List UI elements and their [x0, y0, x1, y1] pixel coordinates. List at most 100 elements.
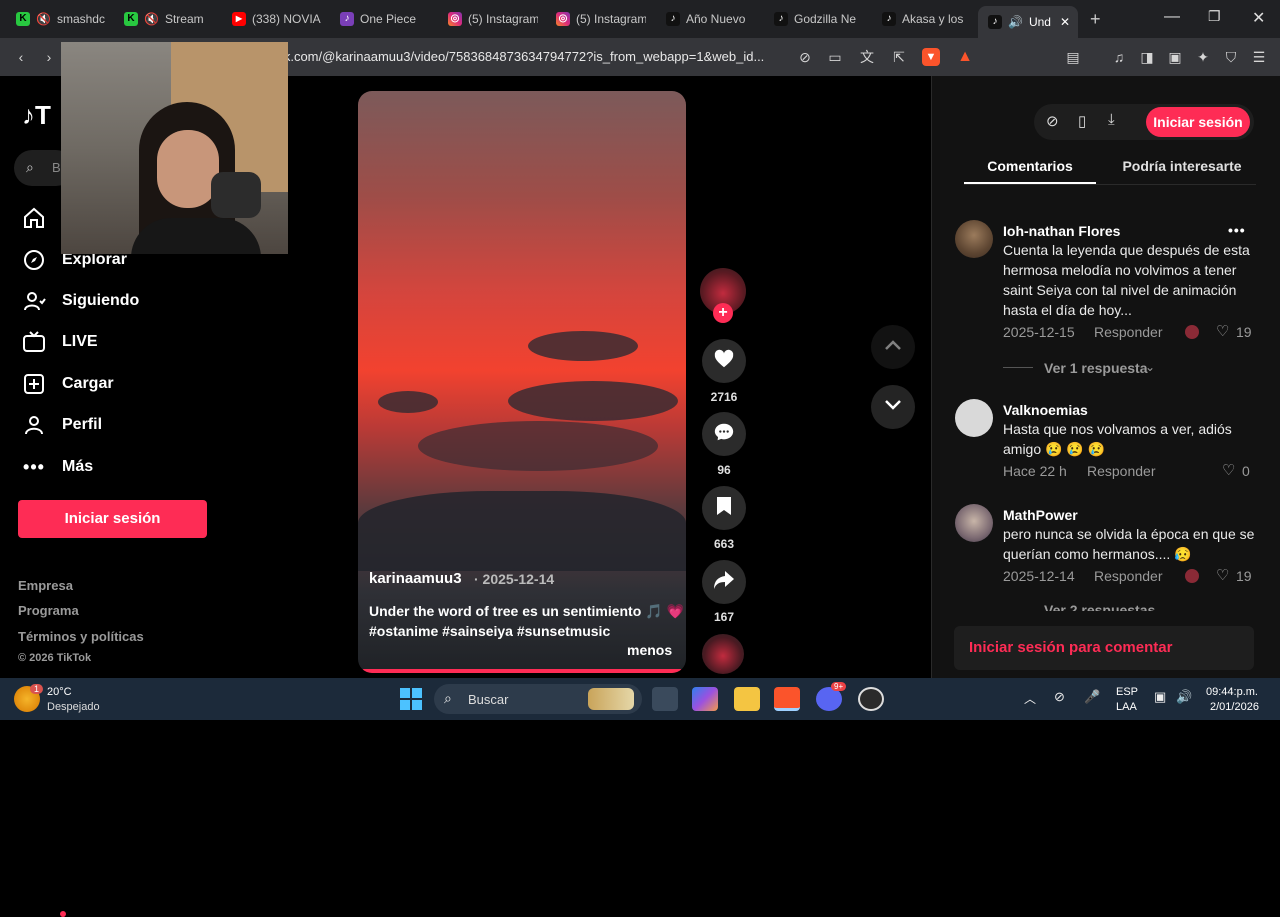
video-hashtags[interactable]: #ostanime #sainseiya #sunsetmusic	[369, 623, 610, 639]
save-button[interactable]	[702, 486, 746, 530]
explore-icon[interactable]: ⊘	[1046, 112, 1059, 130]
comment-button[interactable]	[702, 412, 746, 456]
tray-app-icon[interactable]: ⊘	[1054, 689, 1065, 705]
cloud-shape	[528, 331, 638, 361]
comment-login-label[interactable]: Iniciar sesión para comentar	[969, 639, 1172, 656]
translate-icon[interactable]: 文	[858, 48, 876, 66]
footer-empresa[interactable]: Empresa	[18, 578, 73, 593]
nav-siguiendo[interactable]: Siguiendo	[22, 289, 139, 313]
url-field[interactable]: tiktok.com/@karinaamuu3/video/7583684873…	[260, 46, 790, 68]
reply-button[interactable]: Responder	[1094, 568, 1163, 584]
comment-text: Cuenta la leyenda que después de esta he…	[1003, 242, 1250, 318]
video-progress-bar[interactable]	[362, 669, 682, 673]
brave-shield-icon[interactable]: ▼	[922, 48, 940, 66]
previous-video-button[interactable]	[871, 325, 915, 369]
close-window-icon[interactable]: ✕	[1252, 8, 1265, 28]
language-code[interactable]: ESP	[1116, 686, 1138, 698]
leo-ai-icon[interactable]: ✦	[1194, 48, 1212, 66]
panel-login-button[interactable]: Iniciar sesión	[1146, 107, 1250, 137]
video-author[interactable]: karinaamuu3	[369, 570, 462, 587]
browser-tab[interactable]: ◎ (5) Instagram	[438, 6, 538, 32]
reading-list-icon[interactable]: ▤	[1064, 48, 1082, 66]
cast-icon[interactable]: ▭	[826, 48, 844, 66]
sidebar-toggle-icon[interactable]: ◨	[1138, 48, 1156, 66]
brave-rewards-icon[interactable]: ▲	[956, 48, 974, 66]
browser-tab[interactable]: ◎ (5) Instagram	[546, 6, 646, 32]
forward-icon[interactable]: ›	[40, 48, 58, 66]
like-heart-icon[interactable]: ♡	[1216, 322, 1229, 340]
tiktok-logo[interactable]: ♪T	[22, 100, 51, 131]
home-icon[interactable]	[22, 206, 46, 230]
reply-button[interactable]: Responder	[1087, 463, 1156, 479]
follow-plus-icon[interactable]: +	[713, 303, 733, 323]
tiktok-icon: ♪	[988, 15, 1002, 29]
back-icon[interactable]: ‹	[12, 48, 30, 66]
tiktok-icon: ♪	[882, 12, 896, 26]
tab-close-icon[interactable]: ✕	[1060, 15, 1070, 29]
discord-badge: 9+	[831, 682, 847, 691]
new-tab-icon[interactable]: +	[1090, 9, 1101, 30]
wallet-icon[interactable]: ▣	[1166, 48, 1184, 66]
browser-tab-active[interactable]: ♪ 🔊 Und ✕	[978, 6, 1078, 38]
vpn-icon[interactable]: ⛉	[1222, 48, 1240, 66]
browser-tab[interactable]: ♪ Godzilla Ne	[764, 6, 864, 32]
music-disc-avatar[interactable]	[702, 634, 744, 674]
taskbar-search[interactable]: ⌕ Buscar	[434, 684, 642, 714]
browser-tab[interactable]: ♪ Año Nuevo	[656, 6, 756, 32]
minimize-icon[interactable]: —	[1164, 8, 1180, 26]
like-heart-icon[interactable]: ♡	[1216, 566, 1229, 584]
windows-start-icon[interactable]	[400, 688, 422, 710]
clock-time[interactable]: 09:44:p.m.	[1206, 686, 1258, 698]
obs-icon[interactable]	[858, 687, 884, 711]
browser-tab[interactable]: ♪ One Piece	[330, 6, 430, 32]
volume-icon[interactable]: 🔊	[1176, 689, 1192, 705]
comment-more-icon[interactable]: •••	[1228, 222, 1246, 238]
comment-author[interactable]: MathPower	[1003, 507, 1078, 523]
share-button[interactable]	[702, 560, 746, 604]
avatar[interactable]	[955, 220, 993, 258]
like-button[interactable]	[702, 339, 746, 383]
download-icon[interactable]: ⤓	[1108, 111, 1115, 128]
brave-browser-icon[interactable]	[774, 687, 800, 711]
browser-tab[interactable]: ♪ Akasa y los	[872, 6, 972, 32]
device-icon[interactable]: ▯	[1078, 112, 1086, 130]
next-video-button[interactable]	[871, 385, 915, 429]
browser-tab[interactable]: K 🔇 Stream	[114, 6, 214, 32]
nav-cargar[interactable]: Cargar	[22, 372, 114, 396]
weather-temp[interactable]: 20°C	[47, 686, 72, 698]
browser-tab[interactable]: K 🔇 smashdc	[6, 6, 106, 32]
view-replies-button[interactable]: Ver 2 respuestas	[1044, 603, 1155, 611]
tab-comentarios[interactable]: Comentarios	[964, 158, 1096, 174]
like-heart-icon[interactable]: ♡	[1222, 461, 1235, 479]
nav-live[interactable]: LIVE	[22, 330, 98, 354]
tab-podria-interesarte[interactable]: Podría interesarte	[1108, 158, 1256, 174]
tracking-off-icon[interactable]: ⊘	[796, 48, 814, 66]
view-replies-button[interactable]: Ver 1 respuesta	[1044, 360, 1148, 376]
maximize-icon[interactable]: ❐	[1208, 8, 1221, 25]
reply-button[interactable]: Responder	[1094, 324, 1163, 340]
share-icon[interactable]: ⇱	[890, 48, 908, 66]
tray-expand-icon[interactable]: ︿	[1024, 690, 1036, 707]
footer-programa[interactable]: Programa	[18, 603, 79, 618]
comment-author[interactable]: Valknoemias	[1003, 402, 1088, 418]
footer-terminos[interactable]: Términos y políticas	[18, 629, 144, 644]
task-view-icon[interactable]	[652, 687, 678, 711]
comment-author[interactable]: Ioh-nathan Flores	[1003, 223, 1120, 239]
file-explorer-icon[interactable]	[734, 687, 760, 711]
creator-liked-avatar	[1185, 325, 1199, 339]
avatar[interactable]	[955, 399, 993, 437]
nav-perfil[interactable]: Perfil	[22, 413, 102, 437]
search-icon: ⌕	[444, 690, 452, 706]
caption-less-toggle[interactable]: menos	[627, 642, 672, 658]
login-button[interactable]: Iniciar sesión	[18, 500, 207, 538]
nav-mas[interactable]: ••• Más	[22, 455, 93, 917]
avatar[interactable]	[955, 504, 993, 542]
network-icon[interactable]: ▣	[1154, 689, 1166, 705]
copilot-icon[interactable]	[692, 687, 718, 711]
microphone-icon[interactable]: 🎤	[1084, 689, 1100, 705]
menu-icon[interactable]: ☰	[1250, 48, 1268, 66]
browser-tab[interactable]: ▶ (338) NOVIA	[222, 6, 322, 32]
creator-liked-avatar	[1185, 569, 1199, 583]
media-icon[interactable]: ♫	[1110, 48, 1128, 66]
windows-taskbar: 1 20°C Despejado ⌕ Buscar 9+ ︿ ⊘ 🎤 ESP L…	[0, 678, 1280, 720]
